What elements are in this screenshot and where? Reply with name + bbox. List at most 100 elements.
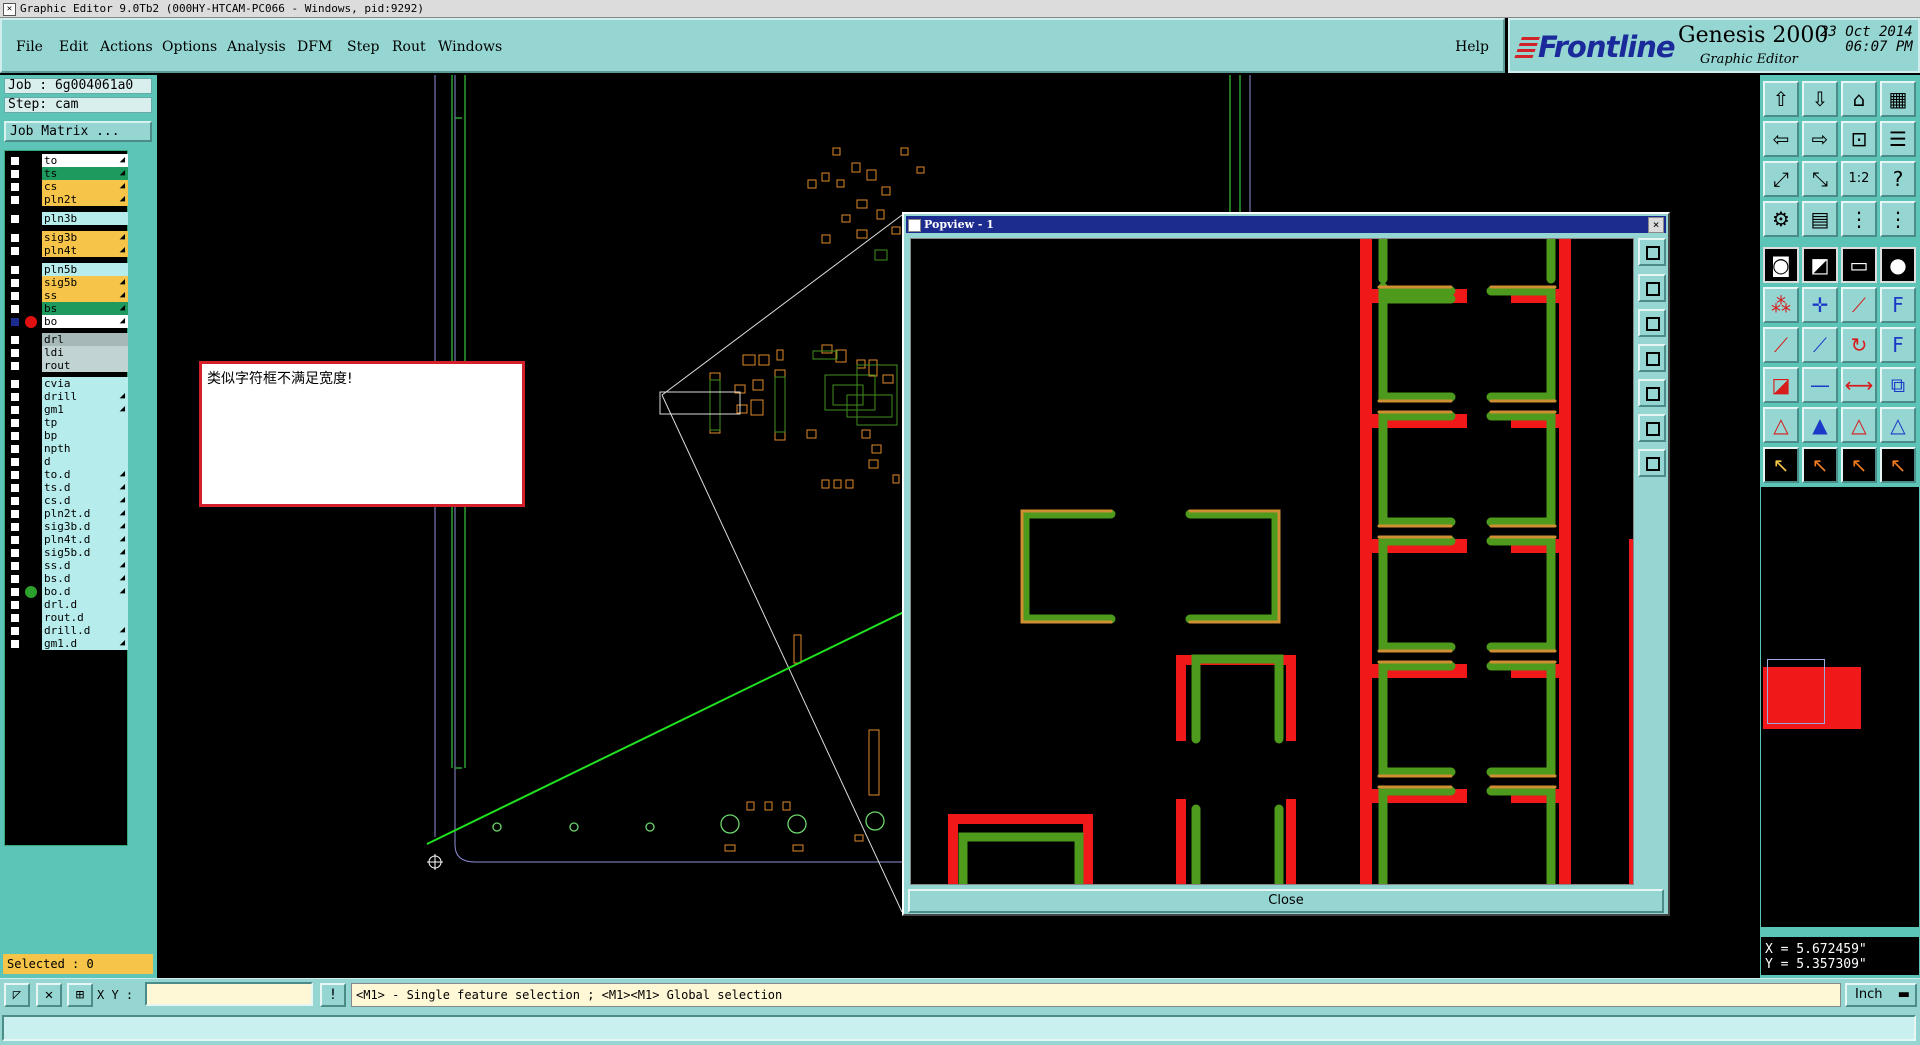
layer-arrow-icon[interactable]: ◢ [120,468,125,481]
layer-checkbox[interactable] [10,291,20,301]
layer-name[interactable]: drl [42,333,128,346]
fit-profile-icon[interactable]: ⤡ [1802,161,1838,197]
popview-zoom-icon[interactable] [1638,238,1666,266]
pointer-icon[interactable]: ↖ [1763,447,1799,483]
line-red-icon[interactable]: ⟋ [1763,327,1799,363]
arc-icon[interactable]: ⟋ [1841,287,1877,323]
home-icon[interactable]: ⌂ [1841,81,1877,117]
layer-row[interactable]: to.d ◢ [5,468,129,482]
layer-row[interactable]: npth [5,442,129,456]
layer-arrow-icon[interactable]: ◢ [120,585,125,598]
menu-edit[interactable]: Edit [59,39,88,55]
rotate-icon[interactable]: ↻ [1841,327,1877,363]
popview-fit-all-icon[interactable] [1638,449,1666,477]
layer-name[interactable]: sig5b ◢ [42,276,128,289]
grid-icon[interactable]: ▤ [1802,201,1838,237]
layer-name[interactable]: pln5b [42,263,128,276]
layer-checkbox[interactable] [10,561,20,571]
pan-right-icon[interactable]: ⇨ [1802,121,1838,157]
layer-arrow-icon[interactable]: ◢ [120,193,125,206]
layer-name[interactable]: to ◢ [42,154,128,167]
popview-fit-icon[interactable] [1638,414,1666,442]
job-matrix-button[interactable]: Job Matrix ... [4,121,152,142]
layer-arrow-icon[interactable]: ◢ [120,481,125,494]
app-icon[interactable]: ✕ [3,3,16,16]
menu-step[interactable]: Step [347,39,379,55]
layer-row[interactable]: rout.d [5,611,129,625]
layer-checkbox[interactable] [10,600,20,610]
layer-row[interactable]: ss.d ◢ [5,559,129,573]
layer-row[interactable]: drill ◢ [5,390,129,404]
layer-name[interactable]: cs ◢ [42,180,128,193]
layer-checkbox[interactable] [10,265,20,275]
grid-window-icon[interactable]: ▦ [1880,81,1916,117]
layer-name[interactable]: drill.d ◢ [42,624,128,637]
save-icon[interactable]: ⇩ [1802,81,1838,117]
popview-left-icon[interactable] [1638,344,1666,372]
layer-row[interactable]: sig3b ◢ [5,231,129,245]
layer-checkbox[interactable] [10,470,20,480]
popview-up-icon[interactable] [1638,274,1666,302]
layer-row[interactable]: bs.d ◢ [5,572,129,586]
layer-row[interactable]: drl.d [5,598,129,612]
layer-checkbox[interactable] [10,457,20,467]
layer-row[interactable]: tp [5,416,129,430]
layer-name[interactable]: bs ◢ [42,302,128,315]
triangle-filled-icon[interactable]: ▲ [1802,407,1838,443]
layer-name[interactable]: rout [42,359,128,372]
layer-row[interactable]: pln5b [5,263,129,277]
layer-arrow-icon[interactable]: ◢ [120,276,125,289]
layer-checkbox[interactable] [10,392,20,402]
fit-screen-icon[interactable]: ⤢ [1763,161,1799,197]
pad-circle-icon[interactable]: ● [1880,247,1916,283]
layer-row[interactable]: pln2t.d ◢ [5,507,129,521]
layer-row[interactable]: ldi [5,346,129,360]
layer-name[interactable]: tp [42,416,128,429]
popview-zoom-view[interactable] [910,238,1634,885]
layer-row[interactable]: sig5b ◢ [5,276,129,290]
menu-actions[interactable]: Actions [100,39,153,55]
layer-checkbox[interactable] [10,317,20,327]
layer-name[interactable]: sig3b.d ◢ [42,520,128,533]
popview-close-icon[interactable]: × [1648,217,1664,233]
menu-rout[interactable]: Rout [392,39,426,55]
layer-arrow-icon[interactable]: ◢ [120,507,125,520]
layer-arrow-icon[interactable]: ◢ [120,154,125,167]
layer-arrow-icon[interactable]: ◢ [120,624,125,637]
layer-name[interactable]: bo ◢ [42,315,128,328]
menu-options[interactable]: Options [162,39,217,55]
region-select-icon[interactable]: ◩ [1802,247,1838,283]
layer-name[interactable]: pln3b [42,212,128,225]
layer-checkbox[interactable] [10,348,20,358]
zoom-area-icon[interactable]: ⊡ [1841,121,1877,157]
layer-checkbox[interactable] [10,483,20,493]
layer-name[interactable]: ts ◢ [42,167,128,180]
layer-name[interactable]: bo.d ◢ [42,585,128,598]
layer-row[interactable]: bp [5,429,129,443]
add-line-icon[interactable]: — [1802,367,1838,403]
popview-close-button[interactable]: Close [908,889,1664,913]
layer-row[interactable]: pln4t ◢ [5,244,129,258]
layer-name[interactable]: gm1.d ◢ [42,637,128,650]
units-selector[interactable]: Inch ▬ [1845,983,1917,1007]
symbol-icon[interactable]: F [1880,287,1916,323]
layer-row[interactable]: cs ◢ [5,180,129,194]
layer-row[interactable]: rout [5,359,129,373]
layer-checkbox[interactable] [10,522,20,532]
triangle-a-icon[interactable]: △ [1841,407,1877,443]
layer-checkbox[interactable] [10,246,20,256]
layer-checkbox[interactable] [10,214,20,224]
select-mode-icon[interactable]: ◸ [4,983,30,1007]
layer-checkbox[interactable] [10,418,20,428]
command-line[interactable] [2,1015,1916,1041]
pad-select-icon[interactable]: ◙ [1763,247,1799,283]
layer-checkbox[interactable] [10,639,20,649]
route-chain-2-icon[interactable]: ⋮ [1880,201,1916,237]
menu-dfm[interactable]: DFM [297,39,332,55]
layer-arrow-icon[interactable]: ◢ [120,180,125,193]
layer-name[interactable]: d [42,455,128,468]
layer-arrow-icon[interactable]: ◢ [120,167,125,180]
layer-name[interactable]: to.d ◢ [42,468,128,481]
layer-checkbox[interactable] [10,509,20,519]
layer-checkbox[interactable] [10,574,20,584]
